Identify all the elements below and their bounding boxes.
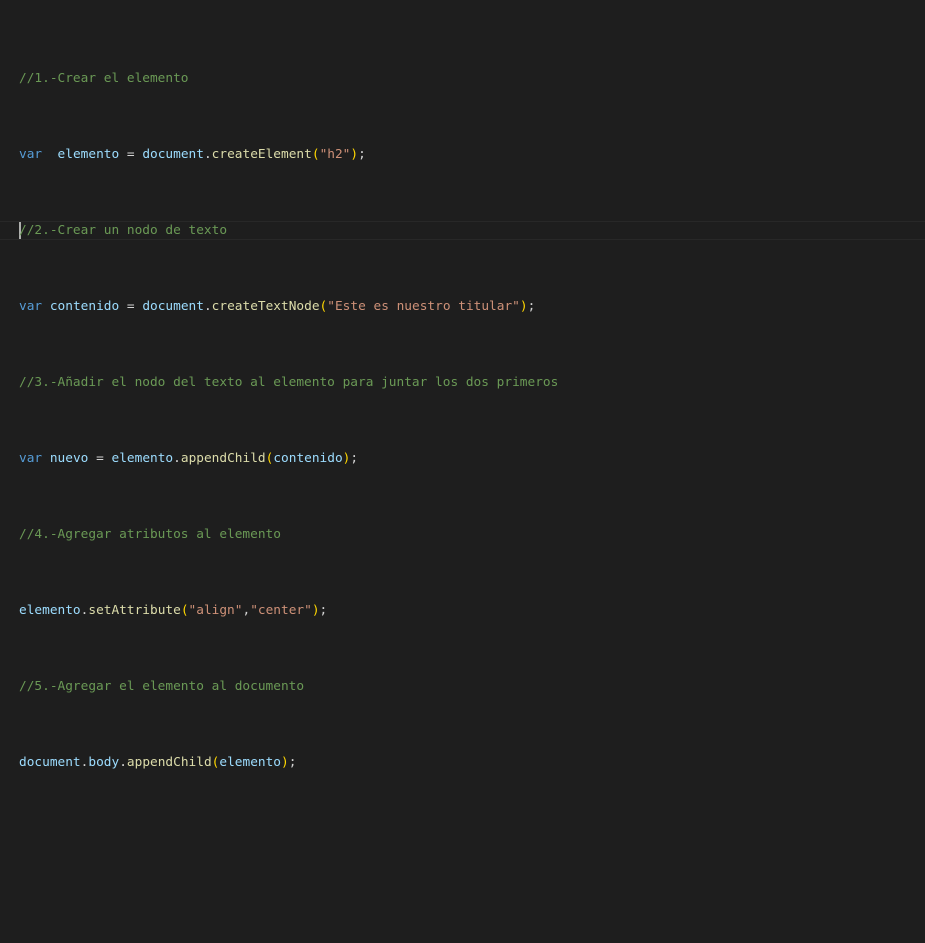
object-name: document (142, 147, 204, 162)
assignment-operator: = (119, 299, 143, 314)
code-line-9[interactable]: //5.-Agregar el elemento al documento (19, 677, 558, 696)
code-line-3[interactable]: //2.-Crear un nodo de texto (19, 221, 558, 240)
assignment-operator: = (119, 147, 143, 162)
dot-operator: . (173, 451, 181, 466)
comment: //1.-Crear el elemento (19, 71, 189, 86)
object-name: document (19, 755, 81, 770)
comma: , (242, 603, 251, 618)
code-line-1[interactable]: //1.-Crear el elemento (19, 69, 558, 88)
code-line-6[interactable]: var nuevo = elemento.appendChild(conteni… (19, 449, 558, 468)
comment: //5.-Agregar el elemento al documento (19, 679, 305, 694)
function-name: createElement (211, 147, 312, 162)
semicolon: ; (319, 603, 328, 618)
code-line-11[interactable] (19, 829, 558, 848)
assignment-operator: = (88, 451, 112, 466)
code-line-5[interactable]: //3.-Añadir el nodo del texto al element… (19, 373, 558, 392)
open-paren: ( (311, 147, 320, 162)
function-name: setAttribute (88, 603, 181, 618)
function-name: createTextNode (211, 299, 320, 314)
semicolon: ; (358, 147, 366, 162)
comment: //4.-Agregar atributos al elemento (19, 527, 281, 542)
comment: //2.-Crear un nodo de texto (19, 223, 228, 238)
dot-operator: . (80, 755, 89, 770)
dot-operator: . (203, 147, 212, 162)
code-line-12-active[interactable] (19, 886, 558, 905)
variable-name: contenido (49, 299, 120, 314)
property-name: body (88, 755, 120, 770)
string-literal: "align" (188, 603, 243, 618)
close-paren: ) (350, 147, 359, 162)
variable-name: nuevo (49, 451, 89, 466)
string-literal: "Este es nuestro titular" (327, 299, 520, 314)
code-line-7[interactable]: //4.-Agregar atributos al elemento (19, 525, 558, 544)
code-line-10[interactable]: document.body.appendChild(elemento); (19, 753, 558, 772)
code-line-8[interactable]: elemento.setAttribute("align","center"); (19, 601, 558, 620)
semicolon: ; (527, 299, 536, 314)
keyword-var: var (19, 451, 43, 466)
keyword-var: var (19, 299, 43, 314)
keyword-var: var (19, 147, 43, 162)
variable-name: elemento (57, 147, 120, 162)
object-name: document (142, 299, 204, 314)
open-paren: ( (180, 603, 189, 618)
comment: //3.-Añadir el nodo del texto al element… (19, 375, 559, 390)
semicolon: ; (350, 451, 359, 466)
code-line-4[interactable]: var contenido = document.createTextNode(… (19, 297, 558, 316)
string-literal: "center" (250, 603, 312, 618)
code-line-2[interactable]: var elemento = document.createElement("h… (19, 145, 558, 164)
dot-operator: . (119, 755, 127, 770)
string-literal: "h2" (319, 147, 351, 162)
object-name: elemento (19, 603, 81, 618)
argument: elemento (219, 755, 282, 770)
function-name: appendChild (126, 755, 212, 770)
code-editor[interactable]: //1.-Crear el elemento var elemento = do… (0, 0, 925, 770)
function-name: appendChild (180, 451, 266, 466)
object-name: elemento (111, 451, 174, 466)
dot-operator: . (80, 603, 89, 618)
close-paren: ) (311, 603, 320, 618)
argument: contenido (273, 451, 343, 466)
dot-operator: . (203, 299, 212, 314)
close-paren: ) (281, 755, 289, 770)
code-lines[interactable]: //1.-Crear el elemento var elemento = do… (19, 12, 558, 943)
close-paren: ) (519, 299, 528, 314)
semicolon: ; (288, 755, 297, 770)
open-paren: ( (211, 755, 220, 770)
